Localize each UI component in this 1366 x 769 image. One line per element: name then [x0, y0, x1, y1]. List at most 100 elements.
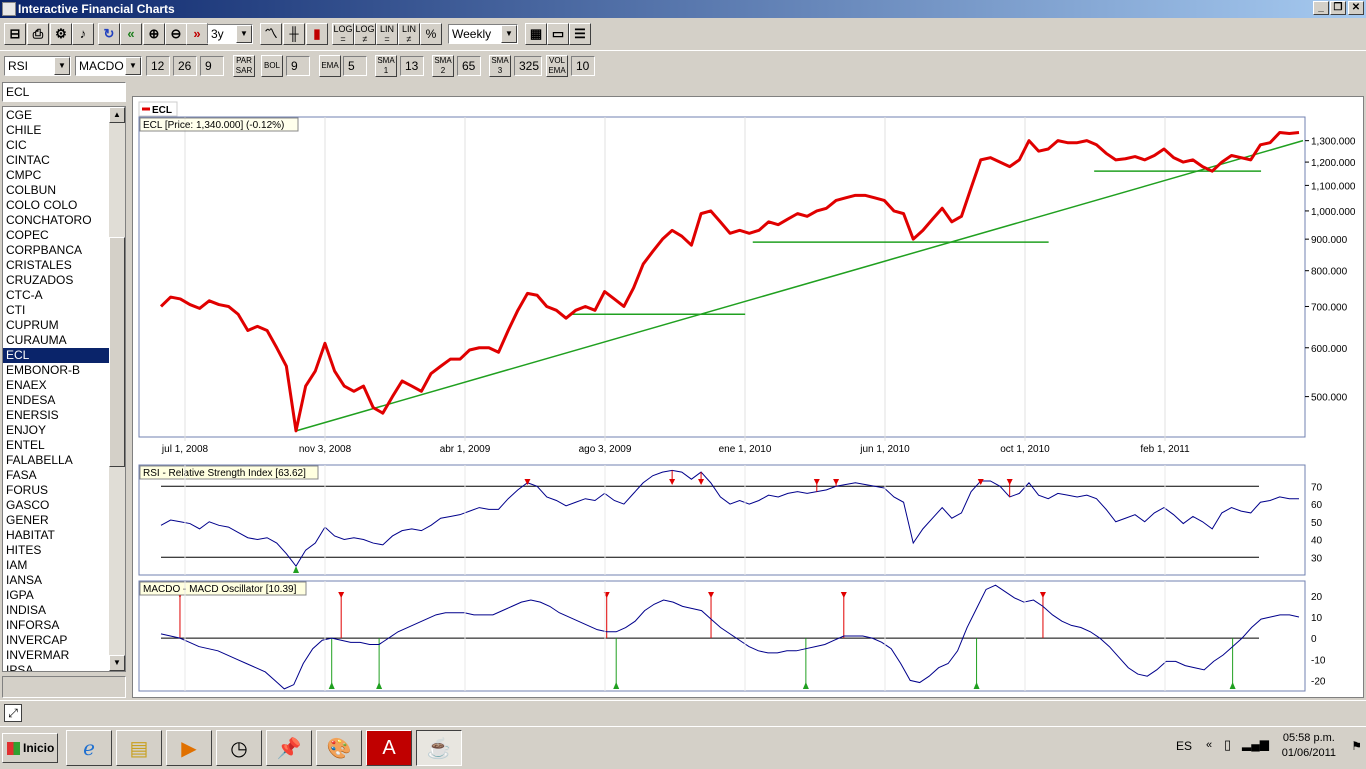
chart-area[interactable]: ECL 1,300.000 1,200.000 1,100.000 1,000.000 9…: [132, 96, 1364, 698]
symbol-list-scrollbar[interactable]: ▲ ▼: [109, 107, 125, 671]
symbol-list-item[interactable]: IANSA: [3, 573, 109, 588]
symbol-list-item[interactable]: GASCO: [3, 498, 109, 513]
symbol-list-item[interactable]: ENDESA: [3, 393, 109, 408]
bollinger-period-field[interactable]: 9: [286, 56, 310, 76]
sma1-period-field[interactable]: 13: [400, 56, 424, 76]
expand-icon[interactable]: ⤢: [4, 704, 22, 722]
language-indicator[interactable]: ES: [1176, 739, 1192, 753]
percent-icon[interactable]: %: [420, 23, 442, 45]
linear-compare-icon[interactable]: LIN ≠: [398, 23, 420, 45]
symbol-list-item[interactable]: INDISA: [3, 603, 109, 618]
symbol-list-item[interactable]: ECL: [3, 348, 109, 363]
symbol-list-item[interactable]: HABITAT: [3, 528, 109, 543]
scroll-back-icon[interactable]: «: [120, 23, 142, 45]
symbol-list-item[interactable]: FORUS: [3, 483, 109, 498]
interval-select[interactable]: Weekly ▼: [448, 24, 518, 44]
symbol-list-item[interactable]: HITES: [3, 543, 109, 558]
notification-icon[interactable]: ⚑: [1351, 739, 1362, 753]
parabolic-sar-button[interactable]: PAR SAR: [233, 55, 255, 77]
symbol-list-item[interactable]: CTI: [3, 303, 109, 318]
restore-button[interactable]: ❐: [1330, 1, 1346, 15]
battery-icon[interactable]: ▯: [1224, 737, 1231, 753]
symbol-list-item[interactable]: CMPC: [3, 168, 109, 183]
zoom-in-icon[interactable]: ⊕: [143, 23, 165, 45]
macd-signal-field[interactable]: 9: [200, 56, 224, 76]
symbol-list-item[interactable]: CORPBANCA: [3, 243, 109, 258]
symbol-list-item[interactable]: FALABELLA: [3, 453, 109, 468]
chart-window-icon[interactable]: ▭: [547, 23, 569, 45]
symbol-list-item[interactable]: COLO COLO: [3, 198, 109, 213]
symbol-list-item[interactable]: IPSA: [3, 663, 109, 671]
sound-icon[interactable]: ♪: [72, 23, 94, 45]
macd-fast-field[interactable]: 12: [146, 56, 170, 76]
scroll-thumb[interactable]: [109, 237, 125, 467]
volume-ema-button[interactable]: VOL EMA: [546, 55, 568, 77]
settings-icon[interactable]: ⚙: [50, 23, 72, 45]
internet-explorer-icon[interactable]: ℯ: [66, 730, 112, 766]
bar-chart-icon[interactable]: ╫: [283, 23, 305, 45]
symbol-list-item[interactable]: ENJOY: [3, 423, 109, 438]
indicator1-select[interactable]: RSI ▼: [4, 56, 71, 76]
line-chart-icon[interactable]: 〽: [260, 23, 282, 45]
symbol-list[interactable]: CGE CHILE CIC CINTAC CMPC COLBUN COLO COLO CONC…: [2, 106, 126, 672]
folder-icon[interactable]: ▤: [116, 730, 162, 766]
sma2-period-field[interactable]: 65: [457, 56, 481, 76]
symbol-list-item[interactable]: COLBUN: [3, 183, 109, 198]
symbol-list-item[interactable]: IAM: [3, 558, 109, 573]
scroll-down-icon[interactable]: ▼: [109, 655, 125, 671]
symbol-list-item[interactable]: CIC: [3, 138, 109, 153]
java-app-icon[interactable]: ☕: [416, 730, 462, 766]
symbol-list-item[interactable]: CINTAC: [3, 153, 109, 168]
tray-expand-icon[interactable]: «: [1206, 739, 1212, 751]
sma1-button[interactable]: SMA 1: [375, 55, 397, 77]
symbol-list-item[interactable]: COPEC: [3, 228, 109, 243]
refresh-icon[interactable]: ↻: [98, 23, 120, 45]
clock-app-icon[interactable]: ◷: [216, 730, 262, 766]
symbol-list-item[interactable]: ENAEX: [3, 378, 109, 393]
bollinger-button[interactable]: BOL: [261, 55, 283, 77]
close-button[interactable]: ✕: [1348, 1, 1364, 15]
symbol-list-item[interactable]: GENER: [3, 513, 109, 528]
paint-icon[interactable]: 🎨: [316, 730, 362, 766]
color-scheme-icon[interactable]: ▦: [525, 23, 547, 45]
linear-scale-icon[interactable]: LIN =: [376, 23, 398, 45]
symbol-list-item[interactable]: CRISTALES: [3, 258, 109, 273]
sma3-button[interactable]: SMA 3: [489, 55, 511, 77]
data-table-icon[interactable]: ☰: [569, 23, 591, 45]
symbol-list-item[interactable]: ENERSIS: [3, 408, 109, 423]
symbol-list-item[interactable]: CUPRUM: [3, 318, 109, 333]
volume-ema-field[interactable]: 10: [571, 56, 595, 76]
pdf-reader-icon[interactable]: A: [366, 730, 412, 766]
symbol-list-item[interactable]: CONCHATORO: [3, 213, 109, 228]
symbol-list-item[interactable]: INVERCAP: [3, 633, 109, 648]
symbol-list-item[interactable]: CTC-A: [3, 288, 109, 303]
log-scale-icon[interactable]: LOG =: [332, 23, 354, 45]
indicator2-select[interactable]: MACDO ▼: [75, 56, 142, 76]
symbol-list-item[interactable]: ENTEL: [3, 438, 109, 453]
symbol-list-item[interactable]: INVERMAR: [3, 648, 109, 663]
pin-icon[interactable]: 📌: [266, 730, 312, 766]
ema-button[interactable]: EMA: [319, 55, 341, 77]
symbol-list-item[interactable]: FASA: [3, 468, 109, 483]
signal-icon[interactable]: ▂▄▆: [1242, 737, 1269, 751]
zoom-out-icon[interactable]: ⊖: [165, 23, 187, 45]
scroll-forward-icon[interactable]: »: [186, 23, 208, 45]
scroll-up-icon[interactable]: ▲: [109, 107, 125, 123]
clock[interactable]: 05:58 p.m. 01/06/2011: [1282, 731, 1336, 761]
sma2-button[interactable]: SMA 2: [432, 55, 454, 77]
symbol-list-item[interactable]: CGE: [3, 108, 109, 123]
period-select[interactable]: 3y ▼: [207, 24, 253, 44]
symbol-list-item[interactable]: EMBONOR-B: [3, 363, 109, 378]
macd-slow-field[interactable]: 26: [173, 56, 197, 76]
minimize-button[interactable]: _: [1313, 1, 1329, 15]
symbol-field[interactable]: ECL: [2, 82, 126, 102]
chart-svg[interactable]: ECL 1,300.000 1,200.000 1,100.000 1,000.000 9…: [133, 97, 1363, 697]
media-player-icon[interactable]: ▶: [166, 730, 212, 766]
start-button[interactable]: Inicio: [2, 733, 58, 763]
symbol-list-item[interactable]: CHILE: [3, 123, 109, 138]
candlestick-icon[interactable]: ▮: [306, 23, 328, 45]
symbol-list-item[interactable]: IGPA: [3, 588, 109, 603]
sma3-period-field[interactable]: 325: [514, 56, 542, 76]
symbol-list-item[interactable]: INFORSA: [3, 618, 109, 633]
save-icon[interactable]: ⊟: [4, 23, 26, 45]
